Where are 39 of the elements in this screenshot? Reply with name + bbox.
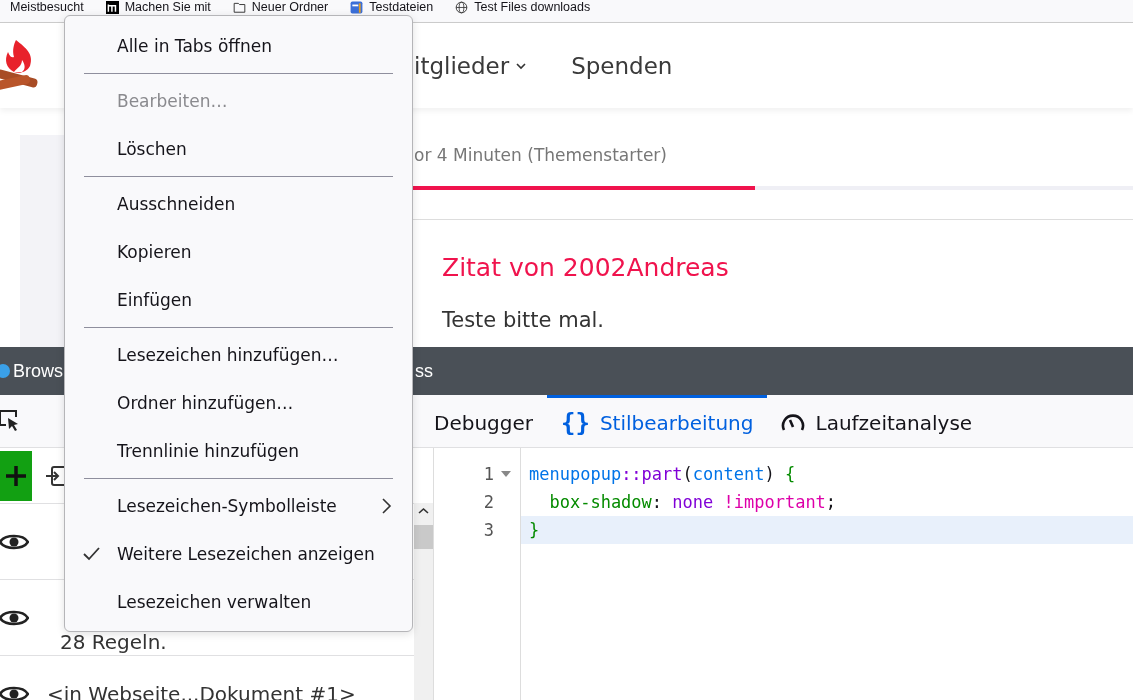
- menu-item[interactable]: Trennlinie hinzufügen: [65, 427, 412, 475]
- menu-item[interactable]: Lesezeichen verwalten: [65, 578, 412, 626]
- menu-item[interactable]: Ordner hinzufügen…: [65, 379, 412, 427]
- menu-item[interactable]: Lesezeichen hinzufügen…: [65, 331, 412, 379]
- line-number: 2: [483, 492, 494, 512]
- quote-title: Zitat von 2002Andreas: [442, 253, 730, 282]
- bookmark-item[interactable]: Neuer Ordner: [230, 0, 331, 14]
- menu-item[interactable]: Kopieren: [65, 228, 412, 276]
- bookmark-item[interactable]: Testdateien: [348, 0, 436, 14]
- rule-count: 28 Regeln.: [60, 630, 167, 654]
- bookmark-item[interactable]: Machen Sie mit: [103, 0, 213, 14]
- fold-arrow-icon[interactable]: [500, 469, 512, 479]
- line-number: 3: [483, 520, 494, 540]
- menu-item[interactable]: Ausschneiden: [65, 180, 412, 228]
- braces-icon: {}: [561, 408, 590, 437]
- menu-item[interactable]: Alle in Tabs öffnen: [65, 22, 412, 70]
- devtools-tab[interactable]: {} Stilbearbeitung: [547, 395, 768, 447]
- devtools-tab[interactable]: Laufzeitanalyse: [767, 395, 987, 447]
- menu-item[interactable]: Löschen: [65, 125, 412, 173]
- folder-icon: [232, 0, 246, 14]
- bookmark-item[interactable]: Test Files downloads: [453, 0, 593, 14]
- window-title: ss: [415, 360, 433, 382]
- code-line: menupopup::part(content) {: [528, 463, 797, 486]
- line-number: 1: [483, 464, 494, 484]
- globe-icon: [455, 0, 469, 14]
- menu-item[interactable]: Einfügen: [65, 276, 412, 324]
- browser-logo-icon: [0, 364, 10, 378]
- stylesheet-name: <in Webseite...Dokument #1>: [47, 681, 356, 700]
- post-text: Teste bitte mal.: [442, 308, 605, 332]
- menu-item[interactable]: Weitere Lesezeichen anzeigen: [65, 530, 412, 578]
- add-button[interactable]: [0, 450, 32, 501]
- window-title: Brows: [13, 360, 63, 382]
- nav-link[interactable]: itglieder: [414, 52, 528, 79]
- devtools-tab[interactable]: Debugger: [420, 395, 547, 447]
- bookmark-item[interactable]: Meistbesucht: [8, 0, 86, 14]
- menu-item[interactable]: Lesezeichen-Symbolleiste: [65, 482, 412, 530]
- scrollbar-thumb[interactable]: [414, 525, 433, 549]
- nav-link[interactable]: Spenden: [571, 52, 673, 79]
- code-line: box-shadow: none !important;: [548, 491, 838, 514]
